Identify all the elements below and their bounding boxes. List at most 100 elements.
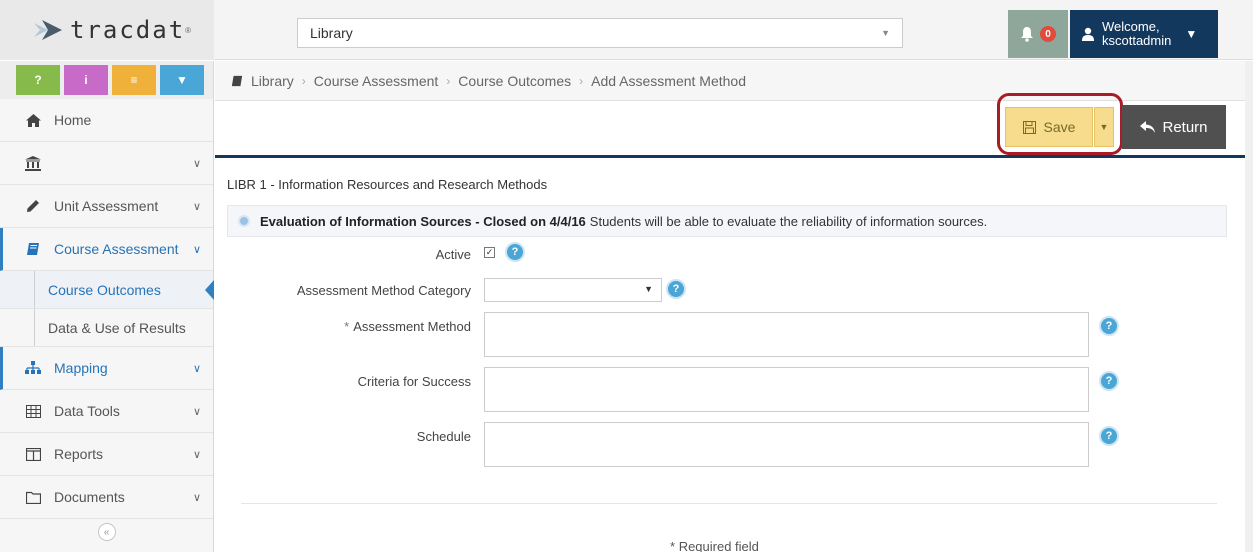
sidebar-subitem-course-outcomes[interactable]: Course Outcomes	[0, 271, 214, 309]
sidebar-item-documents[interactable]: Documents ∨	[0, 476, 213, 519]
notification-count-badge: 0	[1040, 26, 1056, 42]
sidebar-collapse: «	[0, 519, 213, 545]
chevron-right-icon: ›	[446, 73, 451, 88]
outcome-course-title: LIBR 1 - Information Resources and Resea…	[227, 177, 548, 192]
help-icon[interactable]: ?	[1099, 316, 1119, 336]
sidebar-item-label: Unit Assessment	[54, 198, 159, 214]
help-quick-button[interactable]: ?	[16, 65, 60, 95]
sidebar-item-label: Data Tools	[54, 403, 120, 419]
columns-icon	[24, 447, 42, 461]
caret-down-icon: ▼	[1099, 122, 1109, 132]
library-select-value: Library	[310, 25, 353, 41]
assessment-method-label: * Assessment Method	[221, 319, 471, 334]
assessment-method-form: LIBR 1 - Information Resources and Resea…	[215, 161, 1253, 552]
sidebar-item-label: Home	[54, 112, 92, 128]
caret-down-icon: ▼	[644, 284, 653, 294]
chevron-down-icon: ∨	[192, 362, 201, 375]
chevron-right-icon: ›	[301, 73, 306, 88]
breadcrumb-current-page: Add Assessment Method	[591, 72, 746, 89]
save-options-dropdown[interactable]: ▼	[1094, 107, 1114, 147]
sitemap-icon	[24, 361, 42, 375]
book-icon	[231, 75, 243, 86]
top-bar: tracdat ® Library ▼ 0 Welcome, kscottadm…	[0, 0, 1253, 60]
sidebar-item-mapping[interactable]: Mapping ∨	[0, 347, 213, 390]
criteria-for-success-textarea[interactable]	[484, 367, 1089, 412]
required-field-text: Required field	[678, 539, 759, 552]
sidebar: ? i ≡ ▼ Home ∨ Unit Assessment ∨ Course …	[0, 61, 214, 552]
sidebar-item-reports[interactable]: Reports ∨	[0, 433, 213, 476]
sidebar-item-label: Reports	[54, 446, 104, 462]
page-scrollbar[interactable]	[1245, 61, 1253, 552]
info-quick-button[interactable]: i	[64, 65, 108, 95]
folder-icon	[24, 491, 42, 504]
user-greeting: Welcome, kscottadmin	[1102, 20, 1171, 48]
book-icon	[24, 242, 42, 256]
institution-icon	[24, 155, 42, 171]
username-text: kscottadmin	[1102, 33, 1172, 48]
double-chevron-left-icon[interactable]: «	[97, 523, 116, 541]
assessment-method-label-text: Assessment Method	[353, 319, 471, 334]
return-button[interactable]: Return	[1122, 105, 1226, 149]
outcome-summary: Evaluation of Information Sources - Clos…	[227, 205, 1227, 237]
help-icon[interactable]: ?	[666, 279, 686, 299]
list-quick-button[interactable]: ≡	[112, 65, 156, 95]
schedule-textarea[interactable]	[484, 422, 1089, 467]
help-icon[interactable]: ?	[1099, 371, 1119, 391]
sidebar-item-label: Documents	[54, 489, 125, 505]
notifications-button[interactable]: 0	[1008, 10, 1068, 58]
logo-trademark: ®	[185, 25, 192, 35]
welcome-text: Welcome,	[1102, 19, 1160, 34]
breadcrumb-course-outcomes[interactable]: Course Outcomes	[458, 73, 571, 89]
active-label: Active	[435, 247, 471, 262]
save-label: Save	[1043, 119, 1076, 135]
chevron-down-icon: ∨	[192, 243, 201, 256]
logo-arrow-icon	[34, 20, 62, 40]
tracdat-logo[interactable]: tracdat ®	[0, 0, 214, 60]
return-label: Return	[1162, 118, 1208, 136]
chevron-down-icon: ∨	[192, 157, 201, 170]
save-button[interactable]: Save	[1005, 107, 1093, 147]
chevron-down-icon: ∨	[192, 200, 201, 213]
floppy-disk-icon	[1022, 120, 1036, 134]
breadcrumb-course-assessment[interactable]: Course Assessment	[314, 73, 439, 89]
assessment-category-select[interactable]: ▼	[484, 278, 662, 302]
caret-down-icon: ▼	[1185, 27, 1198, 41]
outcome-name: Evaluation of Information Sources - Clos…	[260, 213, 586, 229]
outcome-bullet-icon	[238, 215, 250, 227]
chevron-down-icon: ▼	[881, 28, 890, 38]
schedule-label: Schedule	[416, 429, 471, 444]
help-icon[interactable]: ?	[1099, 426, 1119, 446]
quick-actions: ? i ≡ ▼	[0, 61, 213, 99]
criteria-label: Criteria for Success	[357, 374, 471, 389]
sidebar-item-unit-assessment[interactable]: Unit Assessment ∨	[0, 185, 213, 228]
logo-text: tracdat	[70, 16, 186, 44]
chevron-right-icon: ›	[579, 73, 584, 88]
user-icon	[1082, 27, 1094, 41]
pencil-icon	[24, 199, 42, 213]
filter-quick-button[interactable]: ▼	[160, 65, 204, 95]
help-icon[interactable]: ?	[505, 242, 525, 262]
sidebar-item-institution[interactable]: ∨	[0, 142, 213, 185]
sidebar-item-label: Mapping	[54, 360, 108, 376]
user-menu-button[interactable]: Welcome, kscottadmin ▼	[1070, 10, 1218, 58]
outcome-description: Students will be able to evaluate the re…	[589, 213, 988, 229]
sidebar-item-home[interactable]: Home	[0, 99, 213, 142]
table-icon	[24, 404, 42, 418]
sidebar-subitem-data-use-results[interactable]: Data & Use of Results	[0, 309, 213, 347]
assessment-method-textarea[interactable]	[484, 312, 1089, 357]
chevron-down-icon: ∨	[192, 448, 201, 461]
chevron-down-icon: ∨	[192, 491, 201, 504]
required-asterisk: *	[670, 539, 676, 552]
form-divider	[241, 503, 1217, 504]
active-checkbox[interactable]: ✓	[484, 247, 495, 258]
required-field-note: * Required field	[670, 539, 759, 552]
home-icon	[24, 113, 42, 127]
required-asterisk: *	[344, 319, 350, 334]
assessment-category-label: Assessment Method Category	[296, 283, 471, 298]
breadcrumb-library[interactable]: Library	[251, 73, 294, 89]
sidebar-item-data-tools[interactable]: Data Tools ∨	[0, 390, 213, 433]
sidebar-item-course-assessment[interactable]: Course Assessment ∨	[0, 228, 213, 271]
library-select[interactable]: Library ▼	[297, 18, 903, 48]
sidebar-item-label: Course Assessment	[54, 241, 179, 257]
bell-icon	[1021, 27, 1033, 42]
